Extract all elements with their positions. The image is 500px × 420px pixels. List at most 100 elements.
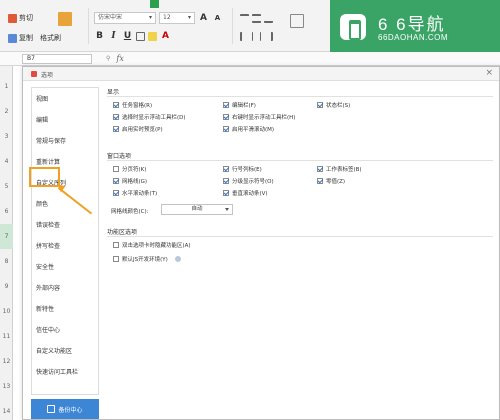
name-box[interactable]: B7	[22, 53, 92, 64]
checkbox-box[interactable]	[317, 178, 323, 184]
option-checkbox[interactable]: 行号列标(E)	[223, 165, 262, 173]
option-checkbox[interactable]: 启用平滑滚动(M)	[223, 125, 274, 133]
divider	[107, 160, 493, 161]
row-number[interactable]: 12	[0, 349, 13, 374]
checkbox-box[interactable]	[113, 242, 119, 248]
option-checkbox[interactable]: 双击选项卡时隐藏功能区(A)	[113, 241, 191, 249]
font-name-select[interactable]: 仿宋中宋 ▾	[94, 12, 156, 24]
options-content: 显示 任务窗格(R) 编辑栏(F) 状态栏(S) 选择时显示浮动工具栏(D) 右键时显示…	[107, 87, 495, 417]
underline-button[interactable]: U	[122, 31, 133, 41]
checkbox-box[interactable]	[223, 102, 229, 108]
row-number[interactable]: 3	[0, 124, 13, 149]
row-number[interactable]: 6	[0, 199, 13, 224]
nav-item[interactable]: 信任中心	[32, 321, 98, 341]
row-number[interactable]: 10	[0, 299, 13, 324]
paste-icon	[58, 12, 72, 26]
option-checkbox[interactable]: 状态栏(S)	[317, 101, 350, 109]
row-number[interactable]: 7	[0, 224, 13, 249]
checkbox-box[interactable]	[113, 126, 119, 132]
checkbox-box[interactable]	[223, 166, 229, 172]
border-icon[interactable]	[136, 31, 145, 41]
section-title-ribbon: 功能区选项	[107, 229, 138, 236]
option-checkbox[interactable]: 默认JS开发环境(Y)	[113, 255, 181, 263]
row-number[interactable]: 1	[0, 74, 13, 99]
option-label: 任务窗格(R)	[122, 103, 153, 109]
align-bottom-icon[interactable]	[264, 14, 273, 23]
option-checkbox[interactable]: 零值(Z)	[317, 177, 345, 185]
nav-item[interactable]: 安全性	[32, 258, 98, 278]
format-painter-button[interactable]: 格式刷	[38, 32, 63, 44]
nav-item[interactable]: 快速访问工具栏	[32, 363, 98, 383]
divider	[107, 96, 493, 97]
row-number[interactable]: 11	[0, 324, 13, 349]
section-title-display: 显示	[107, 89, 120, 96]
checkbox-box[interactable]	[223, 190, 229, 196]
row-number[interactable]: 2	[0, 99, 13, 124]
font-color-button[interactable]: A	[160, 31, 171, 41]
option-checkbox[interactable]: 选择时显示浮动工具栏(D)	[113, 113, 186, 121]
grow-font-button[interactable]: A	[198, 13, 209, 23]
align-top-icon[interactable]	[240, 14, 249, 23]
option-checkbox[interactable]: 分页符(K)	[113, 165, 146, 173]
italic-button[interactable]: I	[108, 31, 119, 41]
option-checkbox[interactable]: 编辑栏(F)	[223, 101, 256, 109]
option-label: 分页符(K)	[122, 167, 147, 173]
option-checkbox[interactable]: 垂直滚动条(V)	[223, 189, 268, 197]
row-number[interactable]: 8	[0, 249, 13, 274]
checkbox-box[interactable]	[113, 190, 119, 196]
checkbox-box[interactable]	[317, 166, 323, 172]
option-label: 状态栏(S)	[326, 103, 351, 109]
bold-button[interactable]: B	[94, 31, 105, 41]
align-left-icon[interactable]	[240, 32, 249, 41]
backup-center-button[interactable]: 备份中心	[31, 399, 99, 419]
clipboard-row: 复制 格式刷	[6, 32, 63, 44]
checkbox-box[interactable]	[223, 114, 229, 120]
option-checkbox[interactable]: 右键时显示浮动工具栏(H)	[223, 113, 295, 121]
align-middle-icon[interactable]	[252, 14, 261, 23]
cut-button[interactable]: 剪切	[6, 12, 35, 24]
nav-item[interactable]: 新特性	[32, 300, 98, 320]
nav-item[interactable]: 拼写检查	[32, 237, 98, 257]
row-number[interactable]: 5	[0, 174, 13, 199]
align-center-icon[interactable]	[252, 32, 261, 41]
merge-button[interactable]	[290, 14, 304, 28]
option-checkbox[interactable]: 分级显示符号(O)	[223, 177, 274, 185]
row-number[interactable]: 13	[0, 374, 13, 399]
checkbox-box[interactable]	[113, 166, 119, 172]
checkbox-box[interactable]	[113, 114, 119, 120]
row-number[interactable]: 4	[0, 149, 13, 174]
font-size-select[interactable]: 12 ▾	[159, 12, 195, 24]
nav-item[interactable]: 常规与保存	[32, 132, 98, 152]
signpost-icon	[340, 14, 366, 40]
checkbox-box[interactable]	[113, 256, 119, 262]
checkbox-box[interactable]	[317, 102, 323, 108]
nav-item[interactable]: 自定义功能区	[32, 342, 98, 362]
row-number[interactable]: 9	[0, 274, 13, 299]
option-checkbox[interactable]: 工作表标签(B)	[317, 165, 362, 173]
option-label: 启用平滑滚动(M)	[232, 127, 275, 133]
search-icon[interactable]: ⚲	[106, 55, 110, 62]
fx-icon[interactable]: fx	[116, 54, 123, 63]
paste-button[interactable]	[58, 12, 72, 26]
nav-item[interactable]: 视图	[32, 90, 98, 110]
checkbox-box[interactable]	[223, 126, 229, 132]
gridline-color-select[interactable]: 自动	[161, 204, 233, 215]
align-right-icon[interactable]	[264, 32, 273, 41]
row-header: 1 2 3 4 5 6 7 8 9 10 11 12 13 14	[0, 66, 13, 420]
option-checkbox[interactable]: 水平滚动条(T)	[113, 189, 157, 197]
info-icon[interactable]	[174, 256, 181, 262]
checkbox-box[interactable]	[113, 102, 119, 108]
checkbox-box[interactable]	[113, 178, 119, 184]
row-number[interactable]: 14	[0, 399, 13, 420]
option-checkbox[interactable]: 网格线(G)	[113, 177, 147, 185]
option-checkbox[interactable]: 任务窗格(R)	[113, 101, 152, 109]
checkbox-box[interactable]	[223, 178, 229, 184]
fill-color-icon[interactable]	[148, 31, 157, 41]
option-checkbox[interactable]: 启用实时预览(P)	[113, 125, 163, 133]
nav-item[interactable]: 编辑	[32, 111, 98, 131]
close-icon[interactable]: ×	[485, 68, 493, 78]
copy-button[interactable]: 复制	[6, 32, 35, 44]
shrink-font-button[interactable]: A	[212, 14, 223, 22]
nav-item[interactable]: 外部内容	[32, 279, 98, 299]
nav-item[interactable]: 错误检查	[32, 216, 98, 236]
